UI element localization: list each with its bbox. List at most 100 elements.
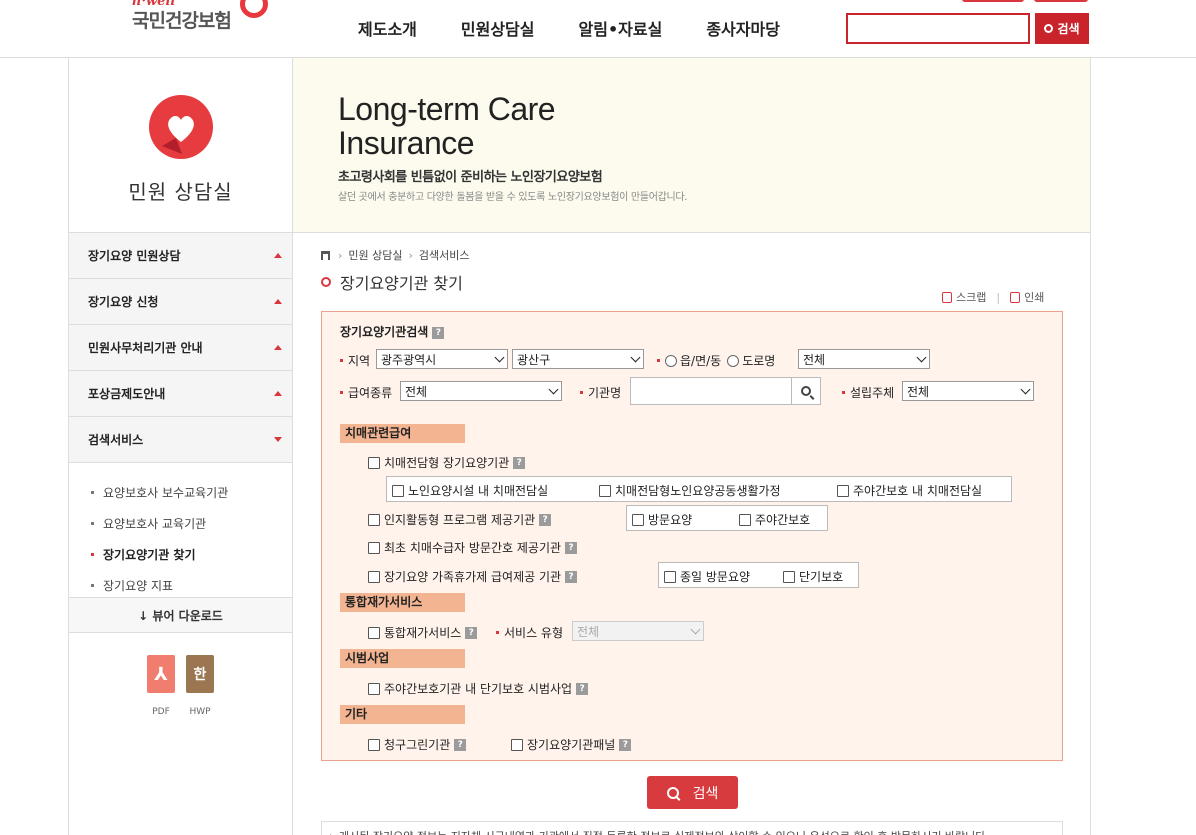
town-select[interactable]: 전체 (798, 349, 930, 369)
brand-logo[interactable]: h·well 국민건강보험 (132, 0, 232, 33)
checkbox-label: 장기요양기관패널 (527, 738, 616, 752)
checkbox[interactable] (368, 456, 380, 469)
sidebar-item-ltc-counsel[interactable]: 장기요양 민원상담 (69, 233, 292, 279)
checkbox[interactable] (837, 484, 849, 497)
check-dementia-group-home[interactable]: 치매전담형노인요양공동생활가정 (599, 482, 781, 499)
nav-item-civil-counsel[interactable]: 민원상담실 (461, 16, 535, 40)
check-integrated-service[interactable]: 통합재가서비스? (368, 624, 478, 641)
check-family-respite[interactable]: 장기요양 가족휴가제 급여제공 기관? (368, 568, 578, 585)
home-icon[interactable] (321, 250, 330, 260)
checkbox[interactable] (368, 682, 380, 695)
checkbox[interactable] (783, 570, 795, 583)
bullet-icon (91, 522, 94, 525)
check-day-night-dementia[interactable]: 주야간보호 내 치매전담실 (837, 482, 982, 499)
category-dementia: 치매관련급여 (340, 424, 465, 443)
breadcrumb-item[interactable]: 민원 상담실 (348, 247, 402, 263)
sidebar-item-search-service[interactable]: 검색서비스 (69, 417, 292, 463)
checkbox[interactable] (368, 513, 380, 526)
check-all-day-visit[interactable]: 종일 방문요양 (664, 568, 750, 585)
file-viewers: ⅄ PDF 한 HWP (69, 633, 292, 733)
check-cognitive-program[interactable]: 인지활동형 프로그램 제공기관? (368, 511, 552, 528)
checkbox[interactable] (739, 513, 751, 526)
help-icon[interactable]: ? (539, 513, 552, 526)
check-day-night-care[interactable]: 주야간보호 (739, 511, 810, 528)
sidebar-item-label: 장기요양 민원상담 (88, 249, 181, 263)
check-short-term-care[interactable]: 단기보호 (783, 568, 843, 585)
region-city-select[interactable]: 광주광역시 (376, 349, 508, 369)
breadcrumb-item[interactable]: 검색서비스 (419, 247, 470, 263)
hwp-label: HWP (189, 707, 211, 717)
top-utility-button[interactable] (962, 0, 1024, 2)
checkbox[interactable] (632, 513, 644, 526)
checkbox-label: 주야간보호 내 치매전담실 (853, 484, 983, 498)
submenu-item-caregiver-edu[interactable]: 요양보호사 교육기관 (91, 508, 292, 539)
org-name-input[interactable] (630, 377, 792, 405)
viewer-download-button[interactable]: ↓ 뷰어 다운로드 (69, 597, 292, 633)
checkbox[interactable] (368, 570, 380, 583)
submenu-item-find-facility[interactable]: 장기요양기관 찾기 (91, 539, 292, 570)
bullet-icon (340, 359, 343, 362)
checkbox[interactable] (511, 738, 523, 751)
sidebar-submenu: 요양보호사 보수교육기관 요양보호사 교육기관 장기요양기관 찾기 장기요양 지… (69, 463, 292, 597)
help-icon[interactable]: ? (576, 682, 589, 695)
check-home-visit[interactable]: 방문요양 (632, 511, 692, 528)
service-type-label-text: 서비스 유형 (504, 626, 564, 640)
region-district-select[interactable]: 광산구 (512, 349, 644, 369)
top-search-label: 검색 (1057, 22, 1080, 36)
checkbox[interactable] (368, 541, 380, 554)
scrap-button[interactable]: 스크랩 (956, 289, 986, 305)
notice-text: ▸ 게시된 장기요양 정보는 지자체 시군내역과 기관에서 직접 등록한 정보로… (321, 821, 1063, 835)
check-dementia-type[interactable]: 치매전담형 장기요양기관? (368, 454, 526, 471)
print-button[interactable]: 인쇄 (1024, 289, 1044, 305)
top-utility-button-2[interactable] (1034, 0, 1088, 2)
founder-select[interactable]: 전체 (902, 381, 1034, 401)
chevron-right-icon: › (338, 248, 343, 262)
address-type-group: 읍/면/동 도로명 (657, 352, 775, 369)
help-icon[interactable]: ? (619, 738, 632, 751)
help-icon[interactable]: ? (565, 570, 578, 583)
check-care-panel[interactable]: 장기요양기관패널? (511, 736, 632, 753)
sidebar-item-reward[interactable]: 포상금제도안내 (69, 371, 292, 417)
help-icon[interactable]: ? (565, 541, 578, 554)
bullet-icon (842, 391, 845, 394)
pdf-icon[interactable]: ⅄ (147, 655, 175, 693)
page-title: 장기요양기관 찾기 (321, 270, 463, 294)
hwp-icon[interactable]: 한 (186, 655, 214, 693)
top-search-input[interactable] (846, 13, 1030, 44)
nav-item-notice-archive[interactable]: 알림•자료실 (579, 16, 663, 40)
radio-road-label: 도로명 (742, 354, 776, 368)
radio-road[interactable] (727, 354, 740, 367)
checkbox[interactable] (392, 484, 404, 497)
top-search-button[interactable]: 검색 (1035, 13, 1089, 44)
check-dementia-facility[interactable]: 노인요양시설 내 치매전담실 (392, 482, 548, 499)
ring-icon (321, 277, 331, 287)
sidebar-item-ltc-apply[interactable]: 장기요양 신청 (69, 279, 292, 325)
check-clean-billing[interactable]: 청구그린기관? (368, 736, 467, 753)
check-first-dementia-nursing[interactable]: 최초 치매수급자 방문간호 제공기관? (368, 539, 578, 556)
submenu-item-refresher-edu[interactable]: 요양보호사 보수교육기관 (91, 477, 292, 508)
radio-town[interactable] (665, 354, 677, 367)
chevron-down-icon (630, 352, 641, 362)
benefit-label-text: 급여종류 (348, 386, 393, 400)
nav-item-workers[interactable]: 종사자마당 (706, 16, 780, 40)
help-icon[interactable]: ? (432, 326, 445, 339)
help-icon[interactable]: ? (513, 456, 526, 469)
checkbox[interactable] (368, 738, 380, 751)
sidebar: 민원 상담실 장기요양 민원상담 장기요양 신청 민원사무처리기관 안내 포상금… (68, 58, 293, 835)
checkbox-label: 최초 치매수급자 방문간호 제공기관 (384, 541, 562, 555)
search-button[interactable]: 검색 (647, 776, 738, 809)
service-type-select: 전체 (572, 621, 704, 641)
checkbox[interactable] (599, 484, 611, 497)
nav-item-system-intro[interactable]: 제도소개 (358, 16, 417, 40)
sidebar-item-office-guide[interactable]: 민원사무처리기관 안내 (69, 325, 292, 371)
help-icon[interactable]: ? (465, 626, 478, 639)
search-icon (666, 786, 679, 799)
checkbox-label: 인지활동형 프로그램 제공기관 (384, 513, 536, 527)
benefit-select[interactable]: 전체 (400, 381, 562, 401)
help-icon[interactable]: ? (454, 738, 467, 751)
check-short-term-pilot[interactable]: 주야간보호기관 내 단기보호 시범사업? (368, 680, 589, 697)
bullet-icon (580, 391, 583, 394)
org-name-search-button[interactable] (791, 377, 821, 405)
checkbox[interactable] (368, 626, 380, 639)
checkbox[interactable] (664, 570, 676, 583)
